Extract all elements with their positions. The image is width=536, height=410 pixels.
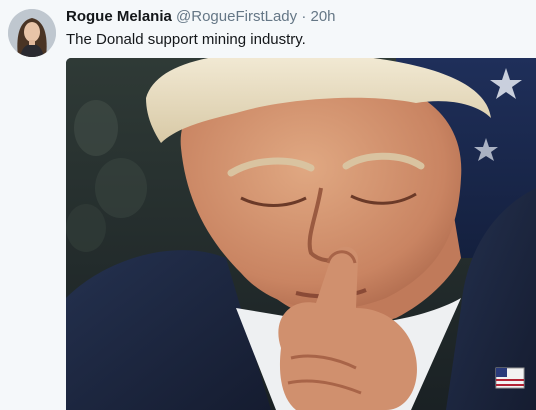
author-handle[interactable]: @RogueFirstLady xyxy=(176,8,297,25)
profile-photo-icon xyxy=(8,9,56,57)
tweet-photo[interactable] xyxy=(66,58,536,410)
photo-image xyxy=(66,58,536,410)
tweet-header: Rogue Melania @RogueFirstLady · 20h xyxy=(66,8,336,26)
author-avatar[interactable] xyxy=(8,9,56,57)
tweet-text: The Donald support mining industry. xyxy=(66,31,306,48)
header-separator: · xyxy=(301,8,307,25)
author-name[interactable]: Rogue Melania xyxy=(66,8,172,25)
tweet[interactable]: Rogue Melania @RogueFirstLady · 20h The … xyxy=(0,0,536,410)
tweet-timestamp[interactable]: 20h xyxy=(311,8,336,25)
